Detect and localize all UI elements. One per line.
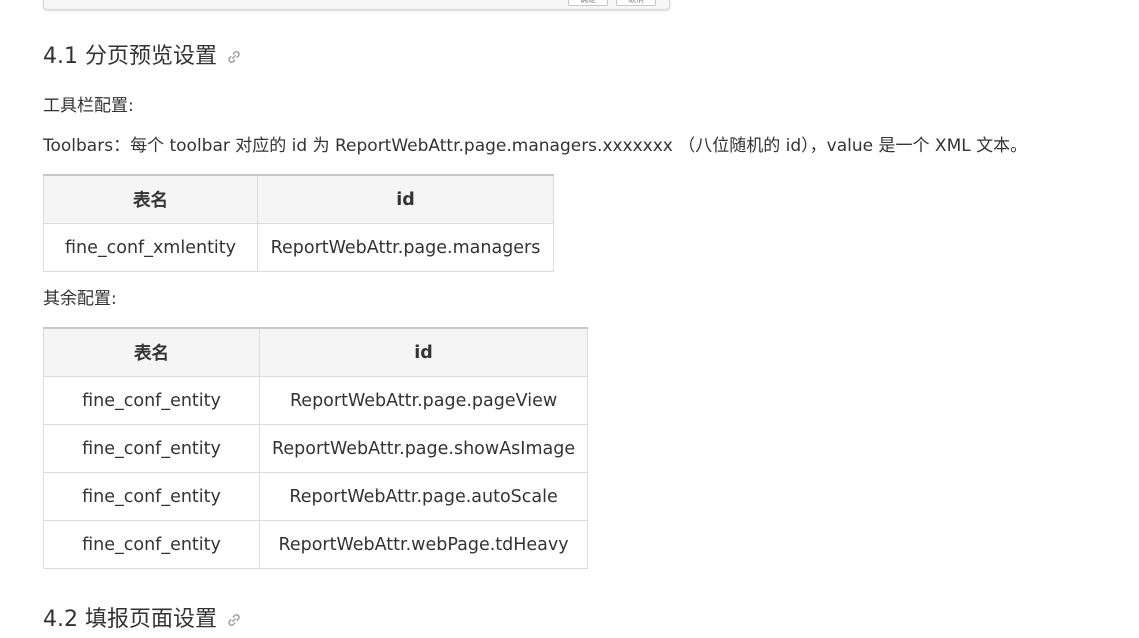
table-cell: ReportWebAttr.page.managers: [257, 223, 554, 272]
table-row: fine_conf_entity ReportWebAttr.page.auto…: [43, 472, 589, 521]
link-icon[interactable]: [227, 43, 241, 63]
embedded-screenshot: 确定 取消: [43, 0, 670, 10]
table-row: fine_conf_entity ReportWebAttr.page.show…: [43, 424, 589, 473]
table-cell: fine_conf_entity: [43, 424, 260, 473]
toolbars-description: Toolbars：每个 toolbar 对应的 id 为 ReportWebAt…: [43, 136, 1028, 156]
section-4-2-heading: 4.2 填报页面设置: [43, 605, 241, 635]
table-header-row: 表名 id: [43, 327, 589, 377]
section-4-1-title: 4.1 分页预览设置: [43, 44, 217, 69]
table-cell: fine_conf_entity: [43, 376, 260, 425]
table-cell: fine_conf_entity: [43, 520, 260, 569]
table-cell: ReportWebAttr.webPage.tdHeavy: [258, 520, 589, 569]
table-header-cell: 表名: [43, 327, 260, 377]
table-cell: fine_conf_entity: [43, 472, 260, 521]
table-row: fine_conf_entity ReportWebAttr.page.page…: [43, 376, 589, 425]
table-cell: ReportWebAttr.page.pageView: [258, 376, 589, 425]
link-icon[interactable]: [227, 606, 241, 626]
table-row: fine_conf_xmlentity ReportWebAttr.page.m…: [43, 223, 554, 272]
table-cell: ReportWebAttr.page.showAsImage: [258, 424, 589, 473]
table-cell: fine_conf_xmlentity: [43, 223, 258, 272]
table-header-cell: id: [258, 327, 589, 377]
table-header-row: 表名 id: [43, 174, 554, 224]
table-row: fine_conf_entity ReportWebAttr.webPage.t…: [43, 520, 589, 569]
table-cell: ReportWebAttr.page.autoScale: [258, 472, 589, 521]
doc-page: 确定 取消 4.1 分页预览设置 工具栏配置: Toolbars：每个 tool…: [0, 0, 1139, 638]
section-4-2-title: 4.2 填报页面设置: [43, 607, 217, 632]
table-header-cell: 表名: [43, 174, 258, 224]
table-header-cell: id: [257, 174, 554, 224]
confirm-button-thumbnail: 确定: [568, 0, 608, 6]
section-4-1-heading: 4.1 分页预览设置: [43, 42, 241, 72]
toolbar-config-table: 表名 id fine_conf_xmlentity ReportWebAttr.…: [43, 174, 554, 272]
other-config-label: 其余配置:: [43, 289, 117, 309]
toolbar-config-label: 工具栏配置:: [43, 96, 134, 116]
other-config-table: 表名 id fine_conf_entity ReportWebAttr.pag…: [43, 327, 589, 569]
cancel-button-thumbnail: 取消: [616, 0, 656, 6]
